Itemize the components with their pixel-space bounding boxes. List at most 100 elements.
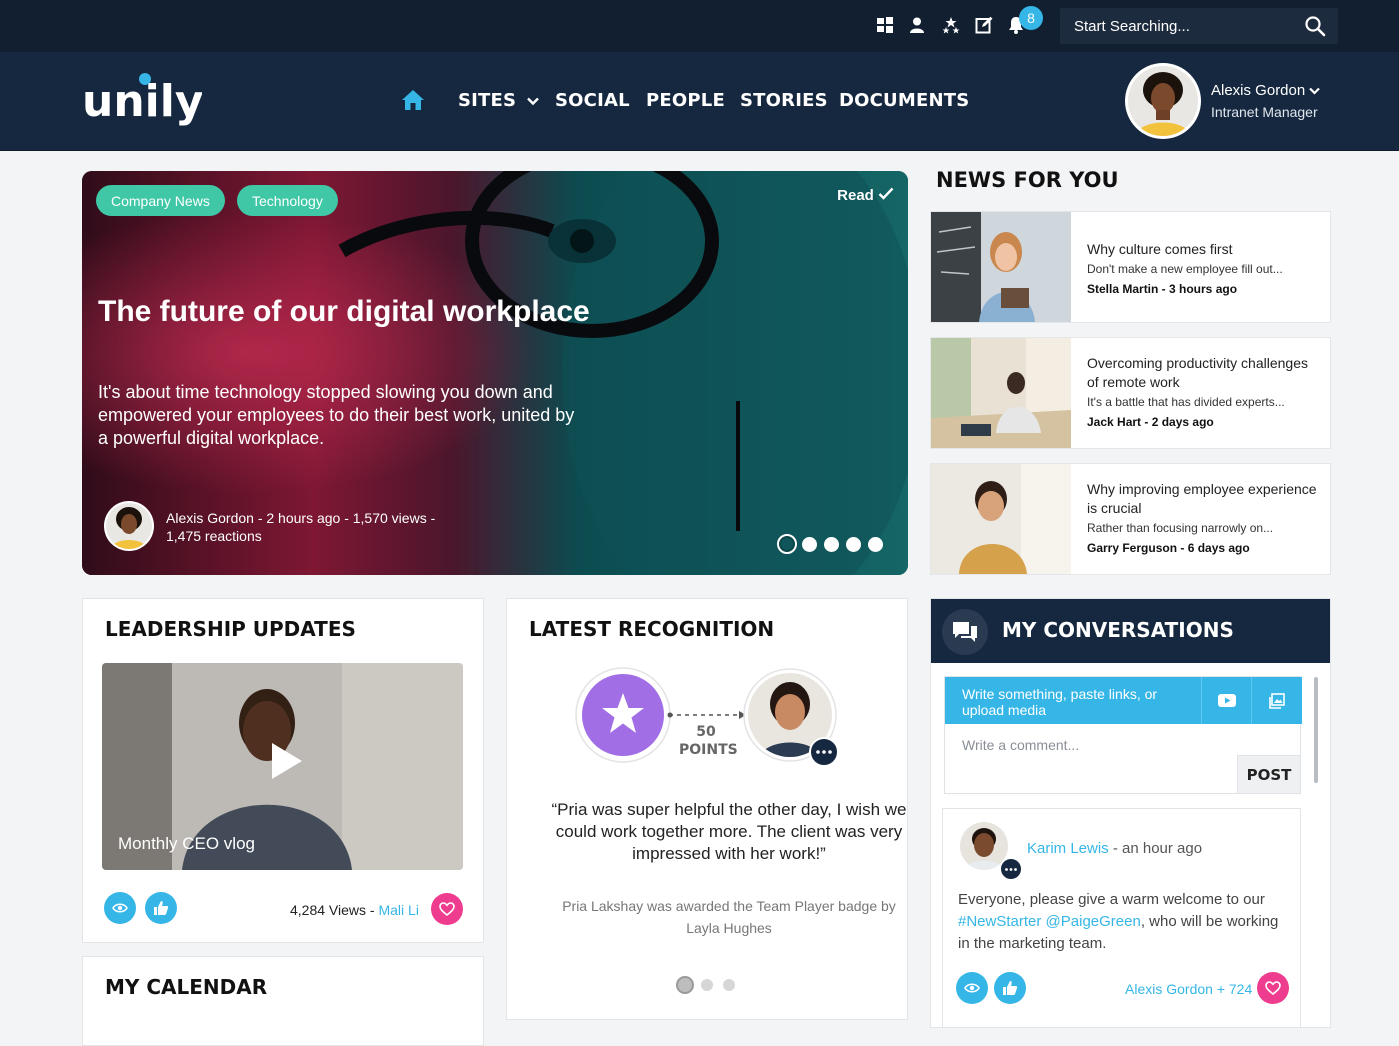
hero-title[interactable]: The future of our digital workplace <box>98 295 590 329</box>
carousel-dot[interactable] <box>777 534 797 554</box>
nav-sites-label: SITES <box>458 90 517 111</box>
carousel-dot[interactable] <box>701 979 713 991</box>
search-icon[interactable] <box>1304 15 1326 37</box>
user-avatar[interactable] <box>1125 63 1201 139</box>
carousel-dot[interactable] <box>846 537 861 552</box>
home-icon[interactable] <box>401 89 425 111</box>
love-button[interactable] <box>1257 972 1289 1004</box>
carousel-dot[interactable] <box>723 979 735 991</box>
my-calendar-card: MY CALENDAR <box>82 956 484 1046</box>
news-card[interactable]: Overcoming productivity challenges of re… <box>930 337 1331 449</box>
post-author[interactable]: Karim Lewis <box>1027 840 1109 857</box>
news-image <box>931 212 1071 322</box>
news-meta: Garry Ferguson - 6 days ago <box>1087 541 1250 555</box>
like-button[interactable] <box>994 972 1026 1004</box>
news-meta: Jack Hart - 2 days ago <box>1087 415 1214 429</box>
more-options-icon[interactable] <box>999 857 1023 881</box>
eye-icon <box>964 983 980 993</box>
latest-recognition-card: LATEST RECOGNITION 50 POINTS “Pria was s… <box>506 598 908 1020</box>
carousel-dot[interactable] <box>824 537 839 552</box>
view-button[interactable] <box>104 892 136 924</box>
composer-bar[interactable]: Write something, paste links, or upload … <box>945 677 1302 724</box>
image-upload-button[interactable] <box>1251 677 1302 724</box>
author-link[interactable]: Mali Li <box>378 902 418 918</box>
user-name[interactable]: Alexis Gordon <box>1211 82 1321 99</box>
news-image <box>931 338 1071 448</box>
news-excerpt: It's a battle that has divided experts..… <box>1087 395 1285 409</box>
news-card[interactable]: Why improving employee experience is cru… <box>930 463 1331 575</box>
like-button[interactable] <box>145 892 177 924</box>
connector-arrow <box>667 711 746 719</box>
views-line: 4,284 Views - Mali Li <box>290 902 419 918</box>
edit-icon[interactable] <box>973 14 995 36</box>
views-separator: - <box>366 902 379 918</box>
recognition-quote: “Pria was super helpful the other day, I… <box>551 800 907 863</box>
video-label: Monthly CEO vlog <box>118 834 255 853</box>
my-conversations-card: MY CONVERSATIONS Write something, paste … <box>930 598 1331 1028</box>
chevron-down-icon <box>1309 87 1321 95</box>
news-title[interactable]: Why culture comes first <box>1087 240 1320 259</box>
reactors-link[interactable]: Alexis Gordon + 724 <box>1125 981 1252 997</box>
hero-description: It's about time technology stopped slowi… <box>98 382 575 448</box>
play-icon[interactable] <box>268 741 304 781</box>
stars-icon[interactable] <box>940 14 962 36</box>
nav-stories[interactable]: STORIES <box>740 90 828 111</box>
love-button[interactable] <box>431 893 463 925</box>
video-thumbnail[interactable]: Monthly CEO vlog <box>102 663 463 870</box>
notification-badge[interactable]: 8 <box>1019 6 1043 30</box>
user-icon[interactable] <box>906 14 928 36</box>
read-label: Read <box>837 187 874 204</box>
nav-documents[interactable]: DOCUMENTS <box>839 90 969 111</box>
heart-icon <box>1265 981 1281 996</box>
unily-logo[interactable]: unily <box>82 70 202 130</box>
badge-star-icon[interactable] <box>575 667 671 763</box>
post-composer: Write something, paste links, or upload … <box>944 676 1302 794</box>
chevron-down-icon <box>526 97 539 106</box>
tag-technology[interactable]: Technology <box>237 185 338 216</box>
heart-icon <box>439 902 455 917</box>
top-bar: 8 <box>0 0 1399 52</box>
search-input[interactable] <box>1074 8 1294 44</box>
hero-carousel[interactable]: Company News Technology Read The future … <box>82 171 908 575</box>
post-header: Karim Lewis - an hour ago <box>1027 840 1202 857</box>
comment-input[interactable] <box>962 737 1222 753</box>
conversations-title: MY CONVERSATIONS <box>1002 618 1234 642</box>
more-options-icon[interactable] <box>809 737 839 767</box>
post-body-start: Everyone, please give a warm welcome to … <box>958 891 1265 908</box>
hero-meta-line1: Alexis Gordon - 2 hours ago - 1,570 view… <box>166 510 436 526</box>
news-image <box>931 464 1071 574</box>
chat-icon <box>942 609 988 655</box>
windows-icon[interactable] <box>874 14 896 36</box>
hero-meta-line2: 1,475 reactions <box>166 528 262 544</box>
video-upload-button[interactable] <box>1201 677 1251 724</box>
hero-meta: Alexis Gordon - 2 hours ago - 1,570 view… <box>166 509 486 545</box>
hashtag-link[interactable]: #NewStarter <box>958 913 1041 930</box>
search-box <box>1060 8 1338 44</box>
leadership-updates-card: LEADERSHIP UPDATES Monthly CEO vlog 4,28… <box>82 598 484 943</box>
view-button[interactable] <box>956 972 988 1004</box>
news-title[interactable]: Overcoming productivity challenges of re… <box>1087 354 1320 392</box>
news-text: Overcoming productivity challenges of re… <box>1087 354 1320 429</box>
news-meta: Stella Martin - 3 hours ago <box>1087 282 1238 296</box>
composer-prompt[interactable]: Write something, paste links, or upload … <box>962 686 1182 718</box>
news-title[interactable]: Why improving employee experience is cru… <box>1087 480 1320 518</box>
carousel-dot[interactable] <box>868 537 883 552</box>
video-icon <box>1217 694 1236 707</box>
tag-company-news[interactable]: Company News <box>96 185 225 216</box>
nav-social[interactable]: SOCIAL <box>555 90 630 111</box>
news-card[interactable]: Why culture comes first Don't make a new… <box>930 211 1331 323</box>
news-for-you-title: NEWS FOR YOU <box>936 168 1119 192</box>
mention-link[interactable]: @PaigeGreen <box>1046 913 1141 930</box>
post-button[interactable]: POST <box>1237 755 1300 793</box>
nav-people[interactable]: PEOPLE <box>646 90 725 111</box>
post-time: - an hour ago <box>1108 840 1203 857</box>
scrollbar[interactable] <box>1314 677 1318 783</box>
main-nav: unily SITES SOCIAL PEOPLE STORIES DOCUME… <box>0 52 1399 151</box>
nav-sites[interactable]: SITES <box>458 90 539 111</box>
carousel-dot[interactable] <box>802 537 817 552</box>
read-status[interactable]: Read <box>837 187 894 204</box>
author-avatar[interactable] <box>104 501 154 551</box>
views-count: 4,284 Views <box>290 902 367 918</box>
carousel-dot[interactable] <box>676 976 694 994</box>
conversation-post: Karim Lewis - an hour ago Everyone, plea… <box>942 808 1301 1027</box>
